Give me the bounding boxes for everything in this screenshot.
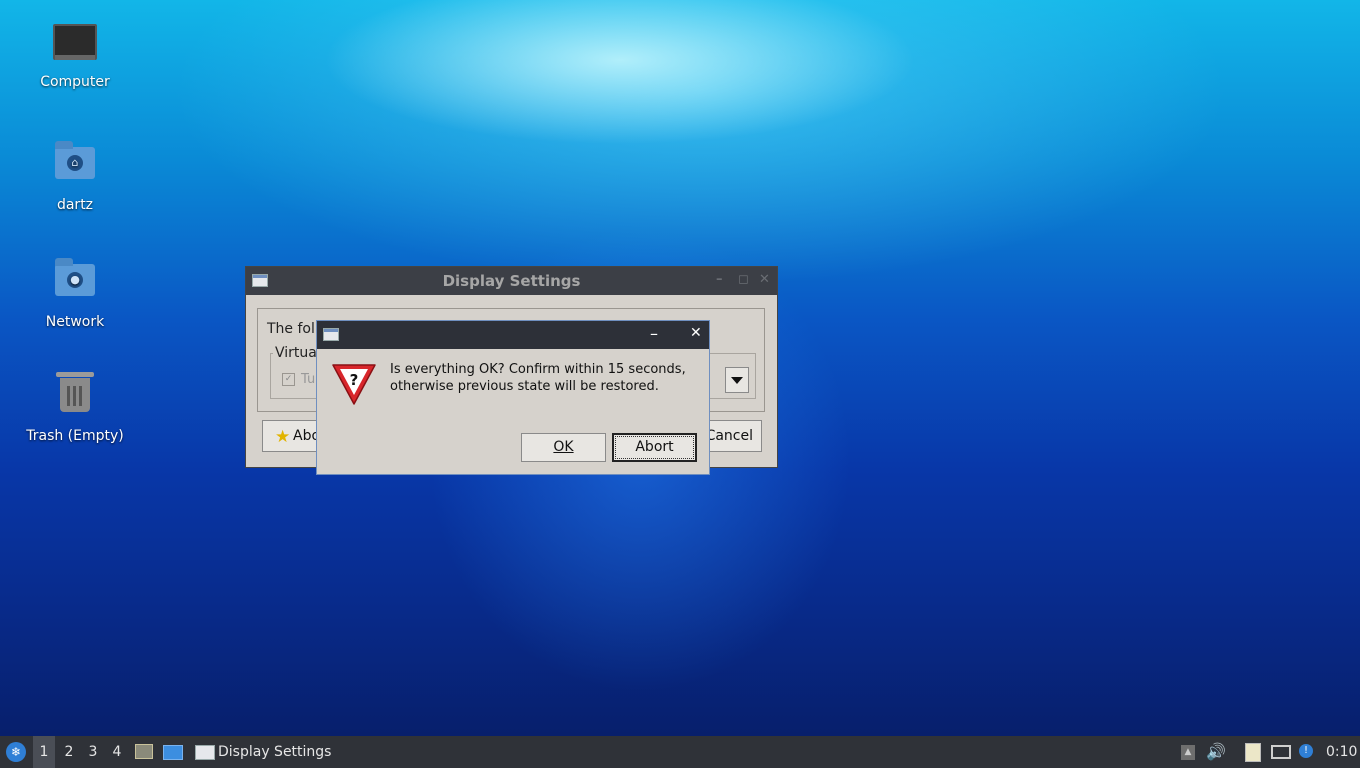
desktop-icon-computer[interactable]: Computer bbox=[15, 22, 135, 90]
network-folder-icon: ● bbox=[53, 258, 97, 308]
star-icon: ★ bbox=[275, 427, 291, 447]
desktop-icon bbox=[163, 745, 183, 760]
ok-label: OK bbox=[553, 439, 574, 455]
confirm-dialog: – ✕ ? Is everything OK? Confirm within 1… bbox=[316, 320, 710, 475]
display-settings-titlebar[interactable]: Display Settings – ◻ ✕ bbox=[246, 267, 777, 295]
close-icon[interactable]: ✕ bbox=[690, 325, 702, 341]
svg-text:?: ? bbox=[350, 371, 359, 389]
desktop-icon-label: Trash (Empty) bbox=[26, 428, 124, 444]
window-title: Display Settings bbox=[442, 272, 581, 290]
home-folder-icon: ⌂ bbox=[53, 141, 97, 191]
taskbar: ❄ 1 2 3 4 Display Settings ▲ 🔊 ! 0:10 bbox=[0, 736, 1360, 768]
workspace-label: 3 bbox=[88, 744, 98, 760]
show-desktop-launcher[interactable] bbox=[161, 736, 185, 768]
clipboard-icon[interactable] bbox=[1242, 736, 1264, 768]
ok-button[interactable]: OK bbox=[521, 433, 606, 462]
workspace-label: 4 bbox=[112, 744, 122, 760]
confirm-message: Is everything OK? Confirm within 15 seco… bbox=[390, 361, 686, 395]
minimize-icon[interactable]: – bbox=[650, 324, 658, 343]
confirm-dialog-titlebar[interactable]: – ✕ bbox=[317, 321, 709, 349]
checkbox-icon[interactable]: ✓ bbox=[282, 373, 295, 386]
settings-body-text: The foll bbox=[267, 321, 319, 337]
workspace-1[interactable]: 1 bbox=[33, 736, 55, 768]
chevron-down-icon bbox=[731, 377, 743, 384]
start-menu-button[interactable]: ❄ bbox=[4, 736, 30, 768]
app-menu-icon: ❄ bbox=[6, 742, 26, 762]
desktop-icon-trash[interactable]: Trash (Empty) bbox=[15, 372, 135, 444]
cancel-label: Cancel bbox=[705, 428, 753, 444]
window-icon bbox=[323, 328, 339, 341]
desktop-icon-home[interactable]: ⌂ dartz bbox=[15, 139, 135, 213]
window-icon bbox=[195, 745, 215, 760]
workspace-label: 1 bbox=[39, 744, 49, 760]
tray-eject-icon[interactable]: ▲ bbox=[1180, 736, 1196, 768]
workspace-3[interactable]: 3 bbox=[82, 736, 104, 768]
minimize-icon[interactable]: – bbox=[716, 272, 723, 287]
desktop-icon-label: dartz bbox=[56, 197, 94, 213]
network-tray-icon[interactable] bbox=[1269, 736, 1293, 768]
taskbar-window-label: Display Settings bbox=[218, 744, 332, 760]
file-manager-icon bbox=[135, 744, 153, 759]
checkbox-label: Tu bbox=[301, 372, 316, 387]
trash-icon bbox=[53, 372, 97, 422]
dropdown-arrow-button[interactable] bbox=[725, 367, 749, 393]
notification-icon[interactable]: ! bbox=[1297, 736, 1317, 768]
taskbar-window-display-settings[interactable]: Display Settings bbox=[193, 736, 333, 768]
close-icon[interactable]: ✕ bbox=[759, 272, 770, 287]
warning-question-icon: ? bbox=[332, 364, 376, 405]
maximize-icon[interactable]: ◻ bbox=[738, 272, 749, 287]
workspace-label: 2 bbox=[64, 744, 74, 760]
clock[interactable]: 0:10 bbox=[1326, 736, 1358, 768]
workspace-4[interactable]: 4 bbox=[106, 736, 128, 768]
volume-icon[interactable]: 🔊 bbox=[1206, 736, 1228, 768]
desktop-icon-network[interactable]: ● Network bbox=[15, 256, 135, 330]
message-line: Is everything OK? Confirm within 15 seco… bbox=[390, 362, 686, 377]
abort-button[interactable]: Abort bbox=[612, 433, 697, 462]
computer-icon bbox=[53, 24, 97, 68]
desktop-icon-label: Network bbox=[45, 314, 105, 330]
message-line: otherwise previous state will be restore… bbox=[390, 379, 659, 394]
desktop-icon-label: Computer bbox=[40, 74, 110, 90]
file-manager-launcher[interactable] bbox=[133, 736, 155, 768]
workspace-2[interactable]: 2 bbox=[58, 736, 80, 768]
abort-label: Abort bbox=[635, 439, 674, 455]
